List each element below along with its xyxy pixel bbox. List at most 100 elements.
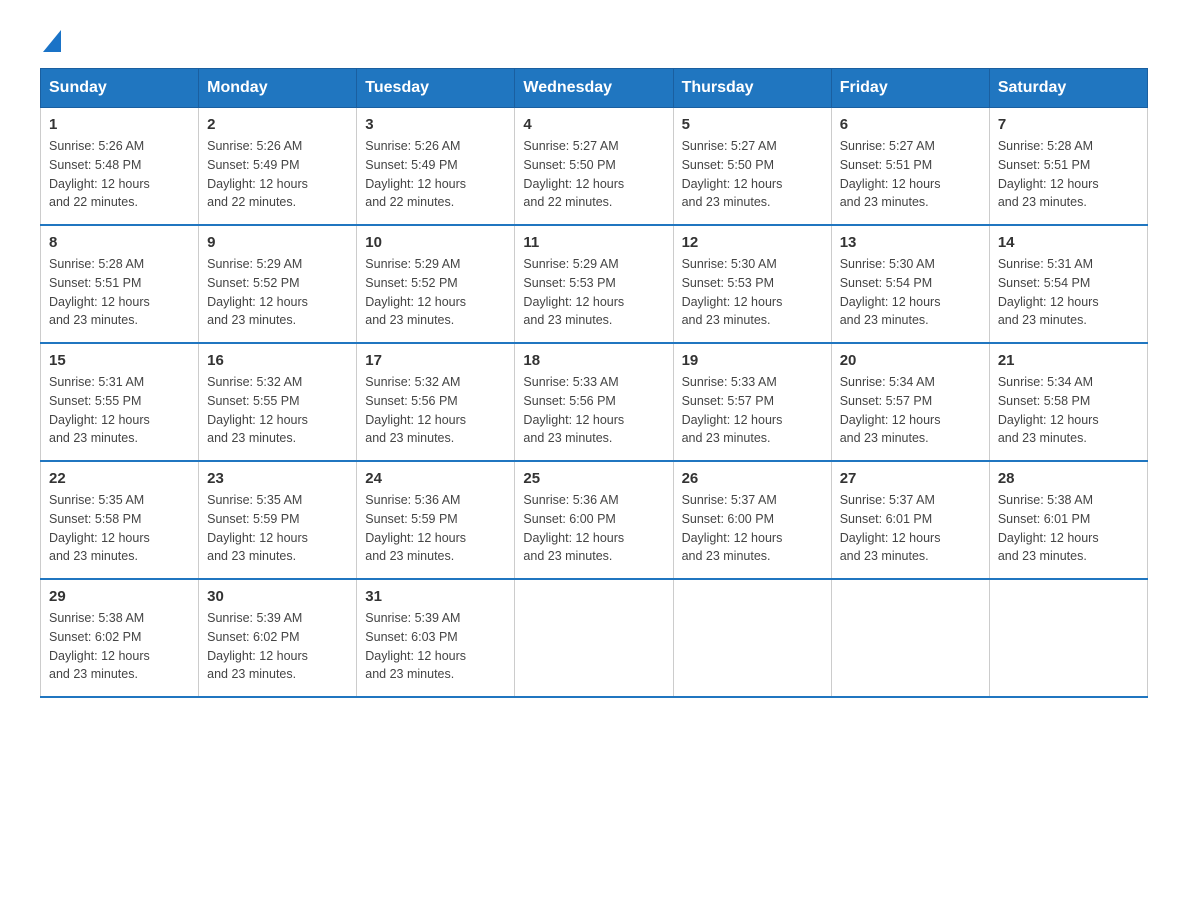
weekday-header-wednesday: Wednesday [515, 69, 673, 108]
day-number: 24 [365, 470, 506, 487]
day-info: Sunrise: 5:32 AMSunset: 5:55 PMDaylight:… [207, 375, 308, 445]
day-number: 14 [998, 234, 1139, 251]
weekday-header-tuesday: Tuesday [357, 69, 515, 108]
calendar-table: SundayMondayTuesdayWednesdayThursdayFrid… [40, 68, 1148, 698]
logo-triangle-icon [43, 30, 61, 52]
day-info: Sunrise: 5:28 AMSunset: 5:51 PMDaylight:… [998, 139, 1099, 209]
calendar-week-row: 22 Sunrise: 5:35 AMSunset: 5:58 PMDaylig… [41, 461, 1148, 579]
day-number: 25 [523, 470, 664, 487]
weekday-header-friday: Friday [831, 69, 989, 108]
day-info: Sunrise: 5:33 AMSunset: 5:57 PMDaylight:… [682, 375, 783, 445]
calendar-cell: 19 Sunrise: 5:33 AMSunset: 5:57 PMDaylig… [673, 343, 831, 461]
day-number: 9 [207, 234, 348, 251]
calendar-cell: 21 Sunrise: 5:34 AMSunset: 5:58 PMDaylig… [989, 343, 1147, 461]
weekday-header-sunday: Sunday [41, 69, 199, 108]
calendar-cell: 23 Sunrise: 5:35 AMSunset: 5:59 PMDaylig… [199, 461, 357, 579]
day-number: 7 [998, 116, 1139, 133]
day-info: Sunrise: 5:34 AMSunset: 5:58 PMDaylight:… [998, 375, 1099, 445]
day-info: Sunrise: 5:36 AMSunset: 5:59 PMDaylight:… [365, 493, 466, 563]
day-number: 19 [682, 352, 823, 369]
day-info: Sunrise: 5:39 AMSunset: 6:03 PMDaylight:… [365, 611, 466, 681]
calendar-cell: 28 Sunrise: 5:38 AMSunset: 6:01 PMDaylig… [989, 461, 1147, 579]
day-number: 10 [365, 234, 506, 251]
calendar-cell: 13 Sunrise: 5:30 AMSunset: 5:54 PMDaylig… [831, 225, 989, 343]
calendar-cell: 10 Sunrise: 5:29 AMSunset: 5:52 PMDaylig… [357, 225, 515, 343]
day-number: 3 [365, 116, 506, 133]
day-number: 22 [49, 470, 190, 487]
day-number: 13 [840, 234, 981, 251]
calendar-cell: 9 Sunrise: 5:29 AMSunset: 5:52 PMDayligh… [199, 225, 357, 343]
day-info: Sunrise: 5:31 AMSunset: 5:55 PMDaylight:… [49, 375, 150, 445]
day-info: Sunrise: 5:38 AMSunset: 6:02 PMDaylight:… [49, 611, 150, 681]
calendar-cell: 17 Sunrise: 5:32 AMSunset: 5:56 PMDaylig… [357, 343, 515, 461]
weekday-header-monday: Monday [199, 69, 357, 108]
day-number: 23 [207, 470, 348, 487]
day-info: Sunrise: 5:29 AMSunset: 5:52 PMDaylight:… [207, 257, 308, 327]
day-number: 30 [207, 588, 348, 605]
calendar-cell: 2 Sunrise: 5:26 AMSunset: 5:49 PMDayligh… [199, 108, 357, 226]
calendar-cell: 6 Sunrise: 5:27 AMSunset: 5:51 PMDayligh… [831, 108, 989, 226]
calendar-cell [831, 579, 989, 697]
calendar-cell: 24 Sunrise: 5:36 AMSunset: 5:59 PMDaylig… [357, 461, 515, 579]
day-info: Sunrise: 5:37 AMSunset: 6:00 PMDaylight:… [682, 493, 783, 563]
day-number: 26 [682, 470, 823, 487]
day-info: Sunrise: 5:27 AMSunset: 5:50 PMDaylight:… [682, 139, 783, 209]
day-info: Sunrise: 5:26 AMSunset: 5:48 PMDaylight:… [49, 139, 150, 209]
day-number: 12 [682, 234, 823, 251]
logo-content [40, 30, 61, 52]
calendar-cell [515, 579, 673, 697]
day-number: 29 [49, 588, 190, 605]
calendar-week-row: 15 Sunrise: 5:31 AMSunset: 5:55 PMDaylig… [41, 343, 1148, 461]
day-number: 20 [840, 352, 981, 369]
calendar-cell: 7 Sunrise: 5:28 AMSunset: 5:51 PMDayligh… [989, 108, 1147, 226]
day-number: 5 [682, 116, 823, 133]
day-info: Sunrise: 5:39 AMSunset: 6:02 PMDaylight:… [207, 611, 308, 681]
day-info: Sunrise: 5:32 AMSunset: 5:56 PMDaylight:… [365, 375, 466, 445]
calendar-cell: 4 Sunrise: 5:27 AMSunset: 5:50 PMDayligh… [515, 108, 673, 226]
weekday-header-thursday: Thursday [673, 69, 831, 108]
day-number: 15 [49, 352, 190, 369]
calendar-cell: 16 Sunrise: 5:32 AMSunset: 5:55 PMDaylig… [199, 343, 357, 461]
calendar-cell: 18 Sunrise: 5:33 AMSunset: 5:56 PMDaylig… [515, 343, 673, 461]
day-number: 8 [49, 234, 190, 251]
calendar-cell: 20 Sunrise: 5:34 AMSunset: 5:57 PMDaylig… [831, 343, 989, 461]
day-info: Sunrise: 5:36 AMSunset: 6:00 PMDaylight:… [523, 493, 624, 563]
calendar-cell: 1 Sunrise: 5:26 AMSunset: 5:48 PMDayligh… [41, 108, 199, 226]
calendar-cell: 3 Sunrise: 5:26 AMSunset: 5:49 PMDayligh… [357, 108, 515, 226]
day-number: 28 [998, 470, 1139, 487]
calendar-cell [989, 579, 1147, 697]
calendar-cell: 11 Sunrise: 5:29 AMSunset: 5:53 PMDaylig… [515, 225, 673, 343]
day-info: Sunrise: 5:31 AMSunset: 5:54 PMDaylight:… [998, 257, 1099, 327]
day-number: 16 [207, 352, 348, 369]
day-number: 11 [523, 234, 664, 251]
weekday-header-saturday: Saturday [989, 69, 1147, 108]
page-header [40, 30, 1148, 52]
calendar-cell: 26 Sunrise: 5:37 AMSunset: 6:00 PMDaylig… [673, 461, 831, 579]
day-number: 1 [49, 116, 190, 133]
day-info: Sunrise: 5:26 AMSunset: 5:49 PMDaylight:… [207, 139, 308, 209]
day-info: Sunrise: 5:30 AMSunset: 5:54 PMDaylight:… [840, 257, 941, 327]
calendar-cell: 27 Sunrise: 5:37 AMSunset: 6:01 PMDaylig… [831, 461, 989, 579]
day-info: Sunrise: 5:26 AMSunset: 5:49 PMDaylight:… [365, 139, 466, 209]
calendar-week-row: 1 Sunrise: 5:26 AMSunset: 5:48 PMDayligh… [41, 108, 1148, 226]
calendar-cell: 14 Sunrise: 5:31 AMSunset: 5:54 PMDaylig… [989, 225, 1147, 343]
day-number: 6 [840, 116, 981, 133]
day-number: 18 [523, 352, 664, 369]
calendar-cell: 5 Sunrise: 5:27 AMSunset: 5:50 PMDayligh… [673, 108, 831, 226]
calendar-week-row: 29 Sunrise: 5:38 AMSunset: 6:02 PMDaylig… [41, 579, 1148, 697]
day-info: Sunrise: 5:29 AMSunset: 5:53 PMDaylight:… [523, 257, 624, 327]
day-number: 27 [840, 470, 981, 487]
calendar-cell: 29 Sunrise: 5:38 AMSunset: 6:02 PMDaylig… [41, 579, 199, 697]
day-info: Sunrise: 5:30 AMSunset: 5:53 PMDaylight:… [682, 257, 783, 327]
calendar-cell: 12 Sunrise: 5:30 AMSunset: 5:53 PMDaylig… [673, 225, 831, 343]
calendar-cell: 25 Sunrise: 5:36 AMSunset: 6:00 PMDaylig… [515, 461, 673, 579]
day-number: 21 [998, 352, 1139, 369]
calendar-cell: 31 Sunrise: 5:39 AMSunset: 6:03 PMDaylig… [357, 579, 515, 697]
day-info: Sunrise: 5:35 AMSunset: 5:59 PMDaylight:… [207, 493, 308, 563]
day-number: 2 [207, 116, 348, 133]
day-info: Sunrise: 5:35 AMSunset: 5:58 PMDaylight:… [49, 493, 150, 563]
calendar-cell: 15 Sunrise: 5:31 AMSunset: 5:55 PMDaylig… [41, 343, 199, 461]
calendar-cell: 30 Sunrise: 5:39 AMSunset: 6:02 PMDaylig… [199, 579, 357, 697]
day-info: Sunrise: 5:37 AMSunset: 6:01 PMDaylight:… [840, 493, 941, 563]
calendar-week-row: 8 Sunrise: 5:28 AMSunset: 5:51 PMDayligh… [41, 225, 1148, 343]
